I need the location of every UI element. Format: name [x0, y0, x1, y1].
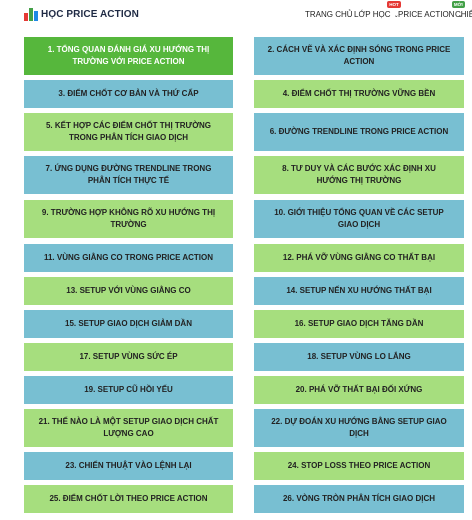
- lesson-label: 5. KẾT HỢP CÁC ĐIỂM CHỐT THỊ TRƯỜNG TRON…: [45, 121, 212, 142]
- lesson-link-20[interactable]: 20. PHÁ VỠ THẤT BẠI ĐỐI XỨNG: [254, 376, 464, 404]
- lesson-link-1[interactable]: 1. TỔNG QUAN ĐÁNH GIÁ XU HƯỚNG THỊ TRƯỜN…: [24, 37, 233, 75]
- lesson-label: 23. CHIẾN THUẬT VÀO LỆNH LẠI: [65, 461, 192, 470]
- lesson-label: 17. SETUP VÙNG SỨC ÉP: [79, 352, 178, 361]
- lesson-link-6[interactable]: 6. ĐƯỜNG TRENDLINE TRONG PRICE ACTION: [254, 113, 464, 151]
- lesson-link-17[interactable]: 17. SETUP VÙNG SỨC ÉP: [24, 343, 233, 371]
- lesson-link-19[interactable]: 19. SETUP CŨ HỒI YẾU: [24, 376, 233, 404]
- lesson-label: 8. TƯ DUY VÀ CÁC BƯỚC XÁC ĐỊNH XU HƯỚNG …: [282, 164, 436, 185]
- lesson-label: 3. ĐIỂM CHỐT CƠ BẢN VÀ THỨ CẤP: [58, 89, 199, 98]
- lesson-link-18[interactable]: 18. SETUP VÙNG LO LẮNG: [254, 343, 464, 371]
- nav-item-home[interactable]: TRANG CHỦ: [305, 10, 353, 19]
- lesson-label: 26. VÒNG TRÒN PHÂN TÍCH GIAO DỊCH: [282, 494, 435, 503]
- lesson-label: 2. CÁCH VẼ VÀ XÁC ĐỊNH SÓNG TRONG PRICE …: [267, 45, 451, 66]
- lesson-link-22[interactable]: 22. DỰ ĐOÁN XU HƯỚNG BẰNG SETUP GIAO DỊC…: [254, 409, 464, 447]
- lesson-label: 10. GIỚI THIỆU TỔNG QUAN VỀ CÁC SETUP GI…: [274, 208, 444, 229]
- lesson-label: 19. SETUP CŨ HỒI YẾU: [84, 385, 173, 394]
- logo-text: HỌC PRICE ACTION: [41, 8, 139, 20]
- lesson-link-12[interactable]: 12. PHÁ VỠ VÙNG GIẰNG CO THẤT BẠI: [254, 244, 464, 272]
- lesson-label: 18. SETUP VÙNG LO LẮNG: [307, 352, 411, 361]
- lesson-link-23[interactable]: 23. CHIẾN THUẬT VÀO LỆNH LẠI: [24, 452, 233, 480]
- nav-item-price-action[interactable]: PRICE ACTION ⌄ MỚI: [398, 1, 465, 19]
- lesson-link-25[interactable]: 25. ĐIỂM CHỐT LỜI THEO PRICE ACTION: [24, 485, 233, 513]
- lesson-link-24[interactable]: 24. STOP LOSS THEO PRICE ACTION: [254, 452, 464, 480]
- lesson-label: 15. SETUP GIAO DỊCH GIẢM DẦN: [65, 319, 192, 328]
- lesson-label: 16. SETUP GIAO DỊCH TĂNG DẦN: [294, 319, 424, 328]
- lesson-label: 12. PHÁ VỠ VÙNG GIẰNG CO THẤT BẠI: [282, 253, 436, 262]
- lesson-link-7[interactable]: 7. ỨNG DỤNG ĐƯỜNG TRENDLINE TRONG PHÂN T…: [24, 156, 233, 194]
- lesson-label: 24. STOP LOSS THEO PRICE ACTION: [287, 461, 431, 470]
- lesson-link-2[interactable]: 2. CÁCH VẼ VÀ XÁC ĐỊNH SÓNG TRONG PRICE …: [254, 37, 464, 75]
- lesson-link-9[interactable]: 9. TRƯỜNG HỢP KHÔNG RÕ XU HƯỚNG THỊ TRƯỜ…: [24, 200, 233, 238]
- lesson-link-26[interactable]: 26. VÒNG TRÒN PHÂN TÍCH GIAO DỊCH: [254, 485, 464, 513]
- lesson-label: 21. THẾ NÀO LÀ MỘT SETUP GIAO DỊCH CHẤT …: [38, 417, 219, 438]
- lesson-link-8[interactable]: 8. TƯ DUY VÀ CÁC BƯỚC XÁC ĐỊNH XU HƯỚNG …: [254, 156, 464, 194]
- lesson-label: 9. TRƯỜNG HỢP KHÔNG RÕ XU HƯỚNG THỊ TRƯỜ…: [41, 208, 216, 229]
- lesson-label: 1. TỔNG QUAN ĐÁNH GIÁ XU HƯỚNG THỊ TRƯỜN…: [47, 45, 210, 66]
- nav-label-strategy: CHIẾ: [455, 10, 472, 19]
- lesson-link-16[interactable]: 16. SETUP GIAO DỊCH TĂNG DẦN: [254, 310, 464, 338]
- lesson-label: 7. ỨNG DỤNG ĐƯỜNG TRENDLINE TRONG PHÂN T…: [45, 164, 212, 185]
- lesson-label: 6. ĐƯỜNG TRENDLINE TRONG PRICE ACTION: [269, 127, 449, 136]
- nav-label-price-action: PRICE ACTION: [398, 10, 455, 19]
- lesson-label: 20. PHÁ VỠ THẤT BẠI ĐỐI XỨNG: [295, 385, 423, 394]
- lesson-link-13[interactable]: 13. SETUP VỚI VÙNG GIẰNG CO: [24, 277, 233, 305]
- lesson-link-21[interactable]: 21. THẾ NÀO LÀ MỘT SETUP GIAO DỊCH CHẤT …: [24, 409, 233, 447]
- nav-label-home: TRANG CHỦ: [305, 10, 353, 19]
- lesson-label: 13. SETUP VỚI VÙNG GIẰNG CO: [66, 286, 191, 295]
- lesson-link-4[interactable]: 4. ĐIỂM CHỐT THỊ TRƯỜNG VỮNG BỀN: [254, 80, 464, 108]
- lesson-link-10[interactable]: 10. GIỚI THIỆU TỔNG QUAN VỀ CÁC SETUP GI…: [254, 200, 464, 238]
- nav-label-classes: LỚP HỌC: [354, 10, 391, 19]
- lesson-link-3[interactable]: 3. ĐIỂM CHỐT CƠ BẢN VÀ THỨ CẤP: [24, 80, 233, 108]
- lesson-link-15[interactable]: 15. SETUP GIAO DỊCH GIẢM DẦN: [24, 310, 233, 338]
- new-badge: MỚI: [451, 1, 465, 8]
- site-logo[interactable]: HỌC PRICE ACTION: [24, 6, 139, 22]
- nav-item-classes[interactable]: LỚP HỌC ⌄ HOT: [354, 1, 401, 19]
- nav-item-strategy[interactable]: CHIẾ: [455, 10, 472, 19]
- hot-badge: HOT: [387, 1, 401, 8]
- lesson-link-11[interactable]: 11. VÙNG GIẰNG CO TRONG PRICE ACTION: [24, 244, 233, 272]
- lesson-label: 25. ĐIỂM CHỐT LỜI THEO PRICE ACTION: [49, 494, 208, 503]
- logo-chart-icon: [24, 7, 38, 21]
- lesson-label: 14. SETUP NẾN XU HƯỚNG THẤT BẠI: [286, 286, 432, 295]
- lesson-label: 22. DỰ ĐOÁN XU HƯỚNG BẰNG SETUP GIAO DỊC…: [271, 417, 447, 438]
- lesson-label: 4. ĐIỂM CHỐT THỊ TRƯỜNG VỮNG BỀN: [282, 89, 436, 98]
- lesson-link-14[interactable]: 14. SETUP NẾN XU HƯỚNG THẤT BẠI: [254, 277, 464, 305]
- lesson-link-5[interactable]: 5. KẾT HỢP CÁC ĐIỂM CHỐT THỊ TRƯỜNG TRON…: [24, 113, 233, 151]
- lesson-label: 11. VÙNG GIẰNG CO TRONG PRICE ACTION: [43, 253, 214, 262]
- top-navbar: HỌC PRICE ACTION TRANG CHỦ LỚP HỌC ⌄ HOT…: [0, 0, 472, 28]
